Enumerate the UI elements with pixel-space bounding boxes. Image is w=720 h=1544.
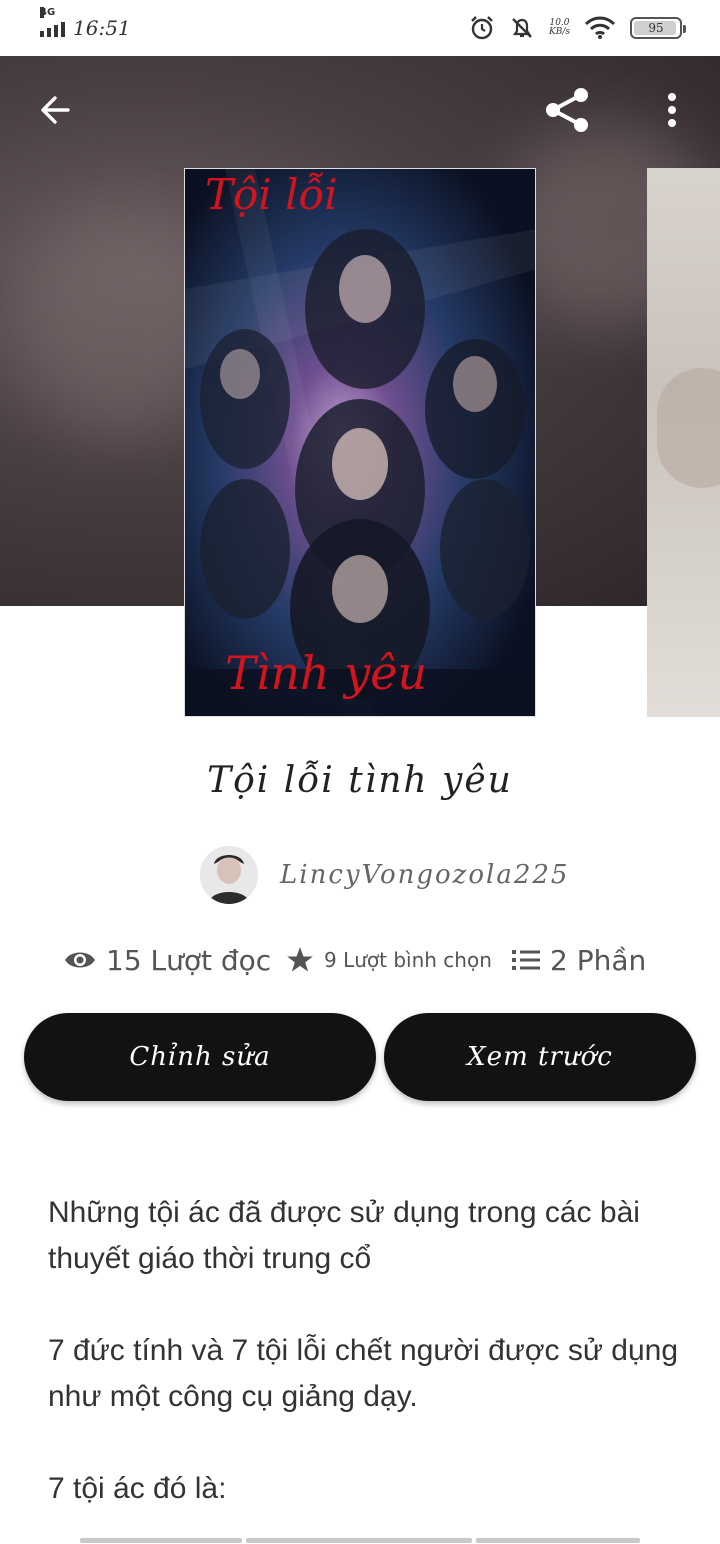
more-options-button[interactable] — [652, 84, 692, 136]
back-button[interactable] — [32, 84, 80, 136]
alarm-icon — [471, 16, 493, 40]
scroll-indicator — [80, 1538, 640, 1543]
preview-button[interactable]: Xem trước — [384, 1013, 696, 1101]
network-speed: 10.0 KB/s — [549, 19, 570, 37]
avatar — [200, 846, 258, 904]
status-left: 4G 16:51 — [40, 7, 131, 40]
star-icon — [287, 947, 313, 972]
reads-count: 15 Lượt đọc — [106, 943, 272, 977]
cover-title-top: Tội lỗi — [205, 170, 338, 219]
signal-icon: 4G — [40, 7, 65, 37]
reads-stat: 15 Lượt đọc — [64, 944, 286, 977]
parts-count: 2 Phần — [550, 943, 647, 977]
arrow-left-icon — [41, 96, 70, 124]
story-description: Những tội ác đã được sử dụng trong các b… — [48, 1190, 688, 1544]
description-paragraph: 7 tội ác đó là: — [48, 1472, 227, 1505]
top-toolbar — [0, 56, 720, 166]
next-story-cover[interactable] — [647, 168, 720, 717]
status-bar: 4G 16:51 10.0 KB/s 95 — [0, 0, 720, 56]
story-stats: 15 Lượt đọc 9 Lượt bình chọn 2 Phần — [64, 932, 664, 988]
battery-icon: 95 — [630, 17, 686, 39]
eye-icon — [65, 952, 95, 968]
status-right: 10.0 KB/s 95 — [469, 15, 686, 41]
description-paragraph: Những tội ác đã được sử dụng trong các b… — [48, 1196, 640, 1275]
wifi-icon — [584, 16, 616, 39]
share-icon — [546, 88, 588, 132]
votes-count: 9 Lượt bình chọn — [324, 948, 492, 972]
avatar-image — [200, 846, 258, 904]
cover-artwork: Tội lỗi Tình yêu — [185, 169, 535, 716]
more-vertical-icon — [668, 93, 676, 127]
votes-stat: 9 Lượt bình chọn — [286, 946, 512, 974]
share-button[interactable] — [540, 84, 596, 136]
story-cover[interactable]: Tội lỗi Tình yêu — [184, 168, 536, 717]
parts-stat: 2 Phần — [512, 944, 646, 977]
bell-muted-icon — [512, 18, 532, 38]
network-type: 4G — [40, 7, 56, 18]
battery-level: 95 — [648, 21, 664, 35]
list-icon — [512, 950, 540, 970]
author-name: LincyVongozola225 — [280, 860, 570, 890]
author-link[interactable]: LincyVongozola225 — [200, 845, 569, 905]
clock: 16:51 — [73, 16, 131, 40]
edit-button[interactable]: Chỉnh sửa — [24, 1013, 376, 1101]
cover-title-bottom: Tình yêu — [225, 646, 427, 700]
story-title: Tội lỗi tình yêu — [207, 760, 513, 801]
speed-unit: KB/s — [549, 27, 570, 37]
description-paragraph: 7 đức tính và 7 tội lỗi chết người được … — [48, 1334, 678, 1413]
